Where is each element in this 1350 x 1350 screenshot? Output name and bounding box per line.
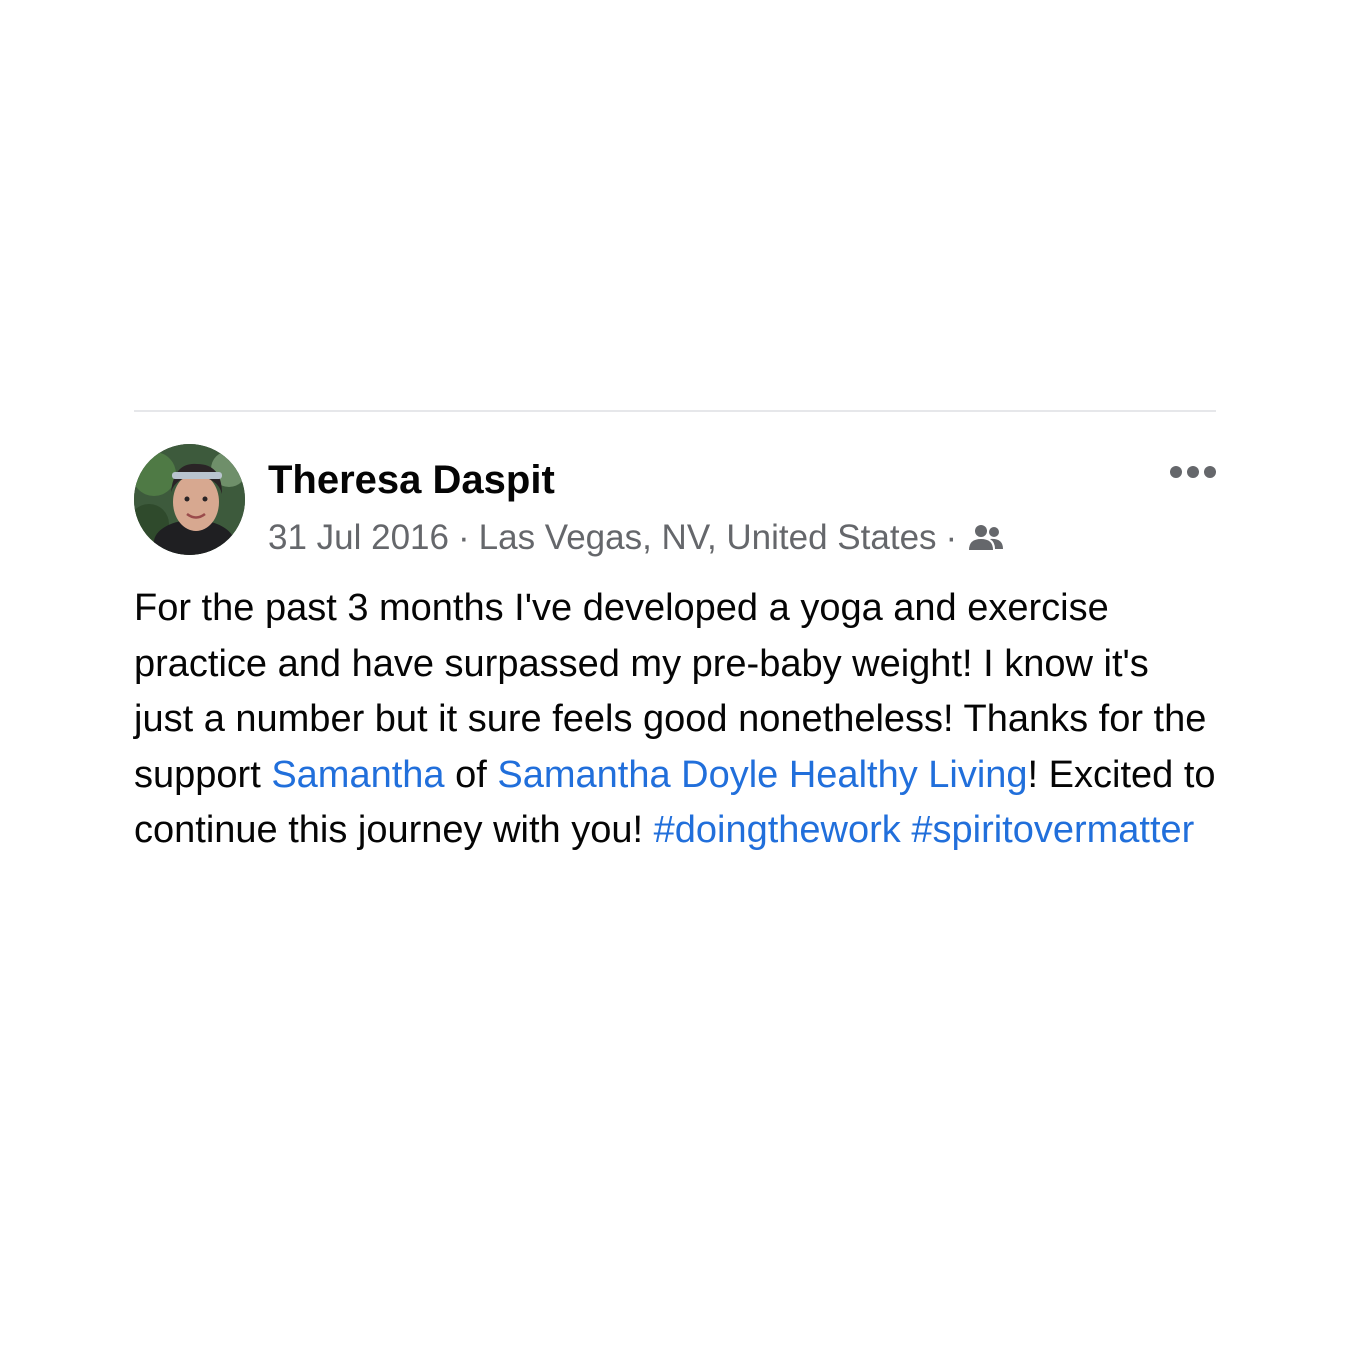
post-meta: 31 Jul 2016 · Las Vegas, NV, United Stat… xyxy=(268,518,1004,558)
dot xyxy=(1187,466,1199,478)
friends-icon[interactable] xyxy=(968,523,1004,553)
hashtag-spiritovermatter[interactable]: #spiritovermatter xyxy=(911,809,1194,851)
dot xyxy=(1204,466,1216,478)
post-location[interactable]: Las Vegas, NV, United States xyxy=(479,518,937,558)
avatar-photo xyxy=(134,444,245,555)
dot xyxy=(1170,466,1182,478)
mention-samantha[interactable]: Samantha xyxy=(271,754,444,796)
more-options-icon[interactable] xyxy=(1170,462,1216,482)
meta-separator: · xyxy=(457,518,470,557)
feed-divider xyxy=(134,410,1216,412)
avatar[interactable] xyxy=(134,444,245,555)
meta-separator: · xyxy=(945,518,958,557)
post-text-space xyxy=(901,809,912,851)
author-name[interactable]: Theresa Daspit xyxy=(268,458,555,503)
hashtag-doingthework[interactable]: #doingthework xyxy=(654,809,901,851)
post-text-part: of xyxy=(444,753,498,796)
post-date[interactable]: 31 Jul 2016 xyxy=(268,518,449,558)
mention-page[interactable]: Samantha Doyle Healthy Living xyxy=(497,754,1027,796)
post-text: For the past 3 months I've developed a y… xyxy=(134,581,1216,859)
